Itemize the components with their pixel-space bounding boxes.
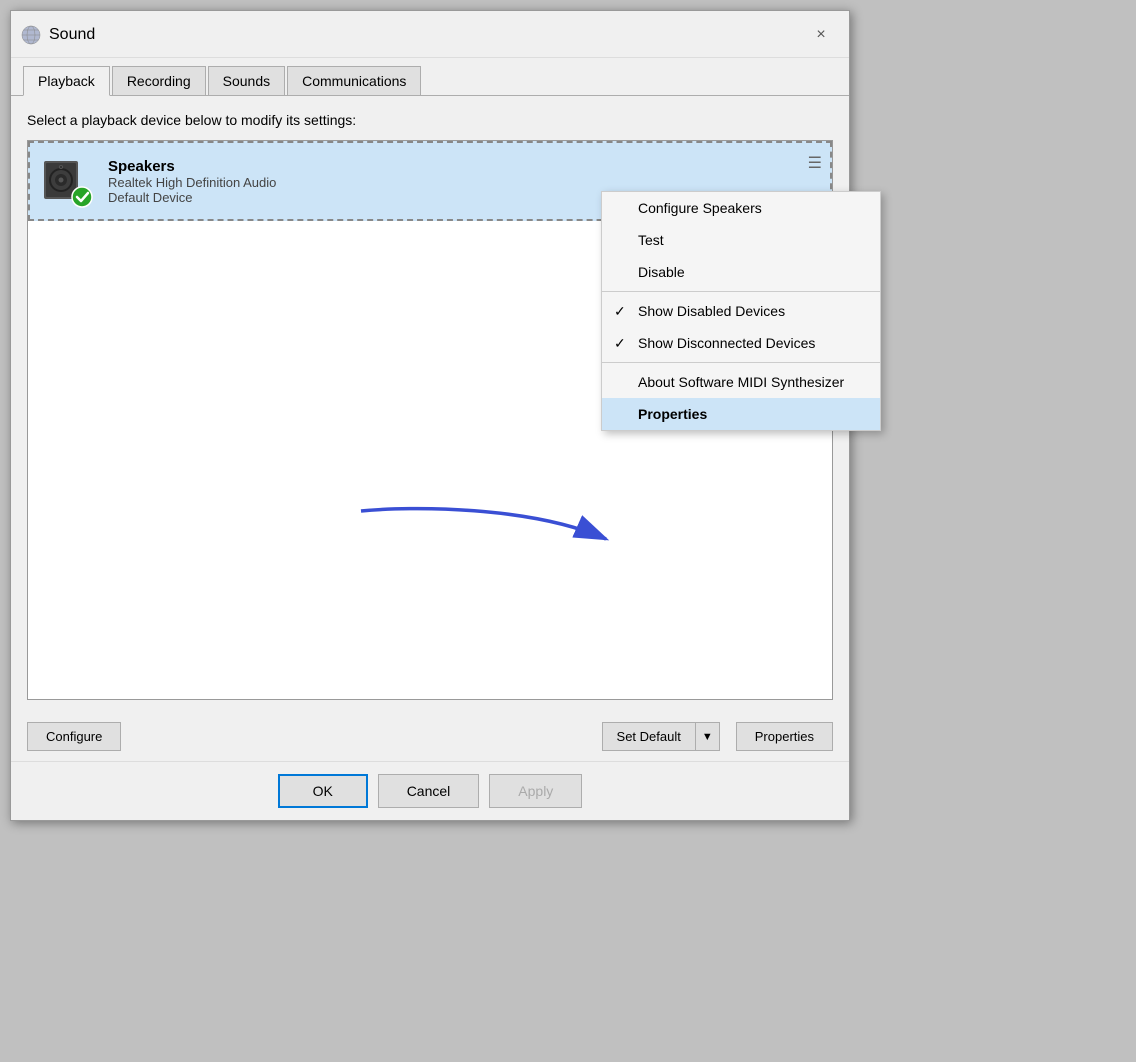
context-menu-item-about-midi[interactable]: About Software MIDI Synthesizer: [602, 366, 880, 398]
set-default-dropdown[interactable]: ▼: [695, 722, 720, 751]
context-menu: Configure Speakers Test Disable Show Dis…: [601, 191, 881, 431]
tab-sounds[interactable]: Sounds: [208, 66, 285, 95]
context-menu-item-show-disconnected[interactable]: Show Disconnected Devices: [602, 327, 880, 359]
context-menu-sep-2: [602, 362, 880, 363]
device-name: Speakers: [108, 158, 820, 175]
device-icon: [40, 153, 96, 209]
tab-playback[interactable]: Playback: [23, 66, 110, 96]
dialog-footer: OK Cancel Apply: [11, 761, 849, 820]
properties-button[interactable]: Properties: [736, 722, 833, 751]
context-menu-item-test[interactable]: Test: [602, 224, 880, 256]
instruction-label: Select a playback device below to modify…: [27, 112, 833, 128]
sound-icon: [21, 25, 41, 45]
tab-bar: Playback Recording Sounds Communications: [11, 58, 849, 96]
cancel-button[interactable]: Cancel: [378, 774, 480, 808]
tab-communications[interactable]: Communications: [287, 66, 421, 95]
context-menu-sep-1: [602, 291, 880, 292]
context-menu-item-disable[interactable]: Disable: [602, 256, 880, 288]
context-menu-item-configure[interactable]: Configure Speakers: [602, 192, 880, 224]
apply-button[interactable]: Apply: [489, 774, 582, 808]
close-button[interactable]: ×: [807, 21, 835, 49]
sound-dialog: Sound × Playback Recording Sounds Commun…: [10, 10, 850, 821]
set-default-button[interactable]: Set Default: [602, 722, 695, 751]
context-menu-item-show-disabled[interactable]: Show Disabled Devices: [602, 295, 880, 327]
bottom-button-bar: Configure Set Default ▼ Properties: [11, 712, 849, 761]
tab-recording[interactable]: Recording: [112, 66, 206, 95]
set-default-group: Set Default ▼: [602, 722, 720, 751]
title-bar: Sound ×: [11, 11, 849, 58]
context-menu-item-properties[interactable]: Properties: [602, 398, 880, 430]
hamburger-icon: ☰: [808, 153, 822, 173]
ok-button[interactable]: OK: [278, 774, 368, 808]
dialog-title: Sound: [49, 26, 95, 44]
title-bar-left: Sound: [21, 25, 95, 45]
configure-button[interactable]: Configure: [27, 722, 121, 751]
device-driver: Realtek High Definition Audio: [108, 175, 820, 190]
